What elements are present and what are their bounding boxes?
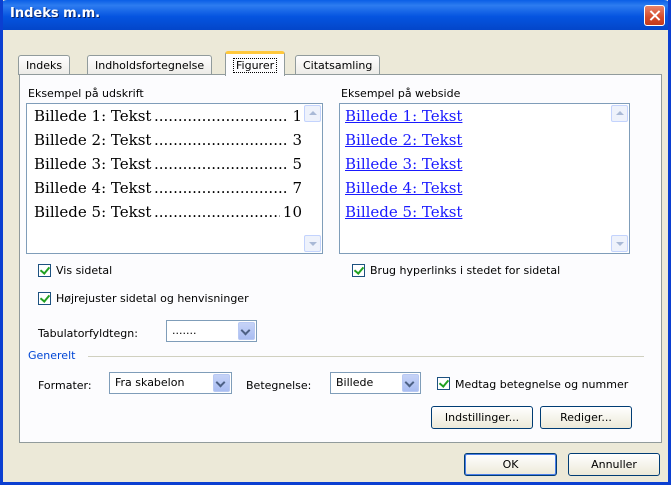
right-align-label: Højrejuster sidetal og henvisninger <box>56 292 249 305</box>
chevron-down-icon[interactable] <box>213 374 230 392</box>
web-preview-link: Billede 4: Tekst <box>345 179 463 197</box>
preview-line-page: 7 <box>292 179 302 197</box>
preview-line-page: 10 <box>282 203 302 221</box>
web-preview-label: Eksempel på webside <box>341 87 461 100</box>
web-preview-link: Billede 1: Tekst <box>345 107 463 125</box>
ok-button-label: OK <box>502 458 519 471</box>
tab-label: Indeks <box>26 59 63 72</box>
show-page-numbers-label: Vis sidetal <box>56 264 113 277</box>
preview-line-page: 5 <box>292 155 302 173</box>
preview-line-text: Billede 2: Tekst <box>34 131 152 149</box>
chevron-down-icon[interactable] <box>402 374 419 392</box>
scroll-up-icon[interactable] <box>304 105 321 122</box>
formats-label: Formater: <box>38 379 92 392</box>
cancel-button[interactable]: Annuller <box>568 453 660 476</box>
edit-button-label: Rediger... <box>560 411 612 424</box>
tab-leader-label: Tabulatorfyldtegn: <box>38 327 138 340</box>
print-preview-box: Billede 1: Tekst 1.......................… <box>26 103 323 254</box>
web-preview-box: Billede 1: Tekst Billede 2: Tekst Billed… <box>339 103 630 254</box>
web-preview-link: Billede 3: Tekst <box>345 155 463 173</box>
web-preview-link: Billede 5: Tekst <box>345 203 463 221</box>
tab-citatsamling[interactable]: Citatsamling <box>295 55 381 75</box>
tab-leader-dropdown[interactable]: ....... <box>166 320 257 342</box>
print-preview-line: Billede 5: Tekst 10......................… <box>34 203 302 221</box>
settings-button-label: Indstillinger... <box>444 411 520 424</box>
tab-label: Indholdsfortegnelse <box>95 59 205 72</box>
tab-figurer[interactable]: Figurer <box>225 51 286 76</box>
print-preview-line: Billede 1: Tekst 1.......................… <box>34 107 302 125</box>
general-group-title: Generelt <box>28 349 76 362</box>
chevron-down-icon[interactable] <box>238 322 255 340</box>
print-preview-label: Eksempel på udskrift <box>28 87 144 100</box>
scroll-up-icon[interactable] <box>611 105 628 122</box>
leader-dots: ........................................… <box>154 179 288 197</box>
show-page-numbers-checkbox[interactable] <box>38 264 51 277</box>
use-hyperlinks-label: Brug hyperlinks i stedet for sidetal <box>370 264 561 277</box>
ok-button[interactable]: OK <box>464 453 557 476</box>
preview-line-text: Billede 4: Tekst <box>34 179 152 197</box>
group-divider <box>88 356 644 357</box>
include-caption-checkbox[interactable] <box>437 377 450 390</box>
scroll-down-icon[interactable] <box>611 235 628 252</box>
tab-indeks[interactable]: Indeks <box>18 55 71 75</box>
tab-leader-value: ....... <box>172 324 197 337</box>
formats-dropdown[interactable]: Fra skabelon <box>109 372 232 394</box>
caption-dropdown[interactable]: Billede <box>330 372 421 394</box>
preview-line-page: 1 <box>292 107 302 125</box>
caption-label: Betegnelse: <box>246 379 312 392</box>
print-preview-line: Billede 2: Tekst 3.......................… <box>34 131 302 149</box>
include-caption-label: Medtag betegnelse og nummer <box>455 378 629 391</box>
leader-dots: ........................................… <box>154 203 280 221</box>
edit-button[interactable]: Rediger... <box>540 406 632 429</box>
leader-dots: ........................................… <box>154 131 288 149</box>
preview-line-page: 3 <box>292 131 302 149</box>
tab-indholdsfortegnelse[interactable]: Indholdsfortegnelse <box>87 55 213 75</box>
dialog-title: Indeks m.m. <box>10 6 101 21</box>
scroll-down-icon[interactable] <box>304 235 321 252</box>
leader-dots: ........................................… <box>154 155 288 173</box>
cancel-button-label: Annuller <box>591 458 637 471</box>
formats-value: Fra skabelon <box>115 376 185 389</box>
close-icon[interactable] <box>644 5 665 26</box>
tab-label: Citatsamling <box>303 59 373 72</box>
print-preview-line: Billede 3: Tekst 5.......................… <box>34 155 302 173</box>
dialog-window: Indeks m.m. Indeks Indholdsfortegnelse F… <box>0 0 671 485</box>
title-bar[interactable]: Indeks m.m. <box>3 0 668 30</box>
preview-line-text: Billede 5: Tekst <box>34 203 152 221</box>
leader-dots: ........................................… <box>154 107 288 125</box>
caption-value: Billede <box>336 376 374 389</box>
print-preview-line: Billede 4: Tekst 7.......................… <box>34 179 302 197</box>
tab-label: Figurer <box>233 58 278 73</box>
use-hyperlinks-checkbox[interactable] <box>352 264 365 277</box>
right-align-checkbox[interactable] <box>38 292 51 305</box>
preview-line-text: Billede 1: Tekst <box>34 107 152 125</box>
settings-button[interactable]: Indstillinger... <box>431 406 533 429</box>
web-preview-link: Billede 2: Tekst <box>345 131 463 149</box>
preview-line-text: Billede 3: Tekst <box>34 155 152 173</box>
